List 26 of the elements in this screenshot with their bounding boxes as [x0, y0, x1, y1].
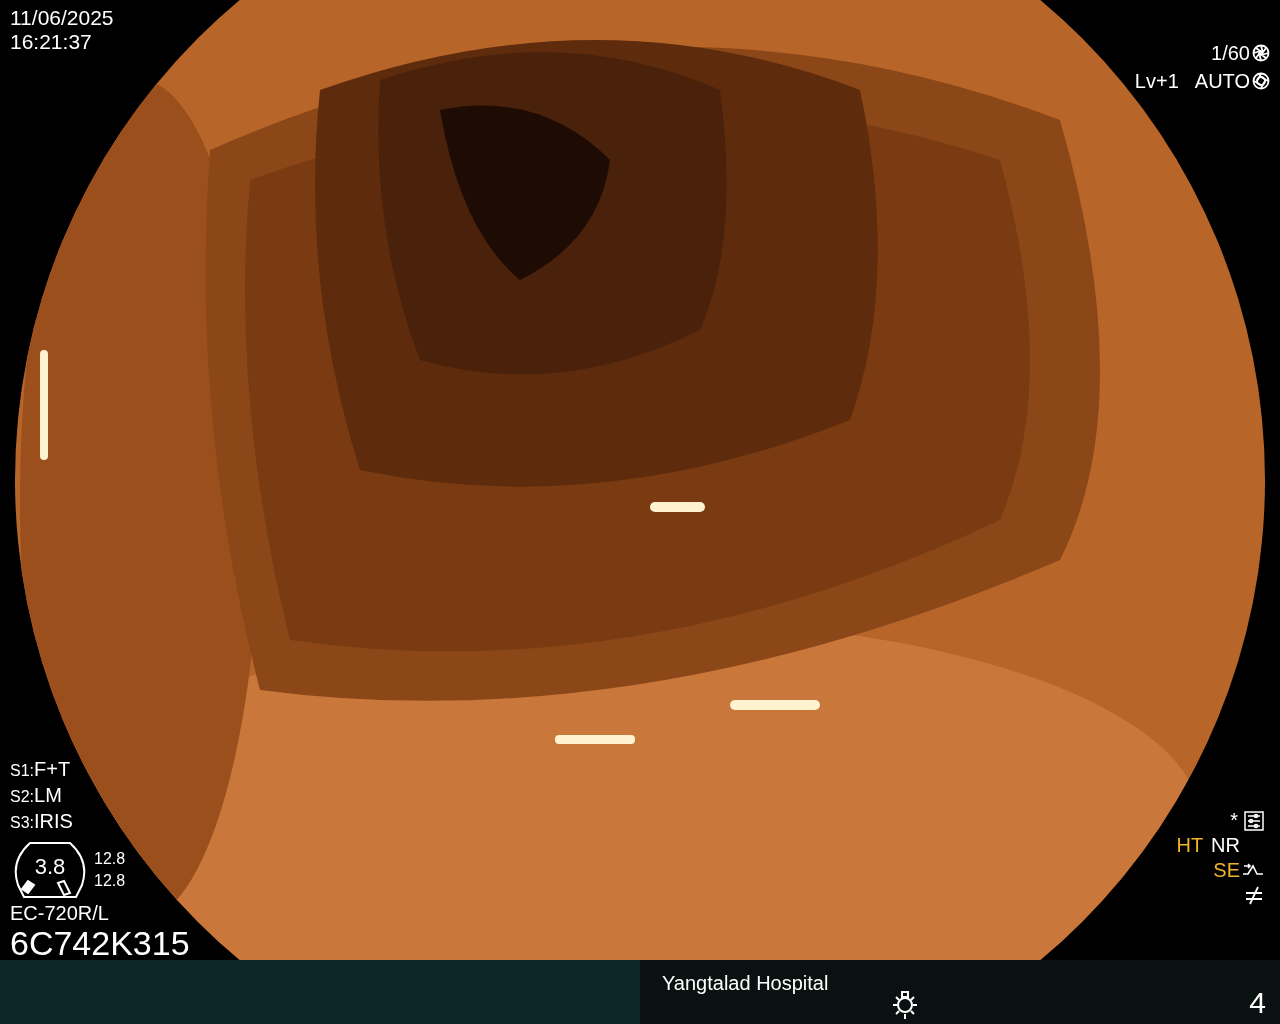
- aperture-icon: [1252, 72, 1270, 90]
- hospital-name-text: Yangtalad Hospital: [662, 971, 829, 996]
- setting-key: S3:: [10, 810, 34, 835]
- setting-key: S2:: [10, 784, 34, 809]
- setting-value: IRIS: [34, 809, 73, 834]
- shutter-speed-text: 1/60: [1211, 41, 1250, 66]
- enhancement-label: SE: [1213, 858, 1240, 883]
- date-text: 11/06/2025: [10, 6, 114, 30]
- setting-value: F+T: [34, 757, 71, 782]
- aperture-icon: [1252, 44, 1270, 62]
- not-equal-icon: [1244, 885, 1264, 905]
- page-number-text: 4: [1249, 986, 1266, 1020]
- light-icon: [890, 990, 920, 1020]
- exposure-mode-text: AUTO: [1194, 69, 1250, 94]
- settings-icon: [1244, 810, 1264, 831]
- serial-number-text: 6C742K315: [10, 925, 190, 960]
- setting-key: S1:: [10, 758, 34, 783]
- scope-model-text: EC-720R/L: [10, 901, 110, 925]
- gauge-reading: 12.8: [94, 871, 126, 891]
- enhancement-label: HT: [1176, 833, 1204, 858]
- gauge-reading: 12.8: [94, 849, 126, 869]
- light-level-text: Lv+1: [1134, 69, 1179, 94]
- setting-value: LM: [34, 783, 62, 808]
- asterisk-mark: *: [1230, 808, 1238, 833]
- enhancement-label: NR: [1211, 833, 1240, 858]
- time-text: 16:21:37: [10, 30, 93, 54]
